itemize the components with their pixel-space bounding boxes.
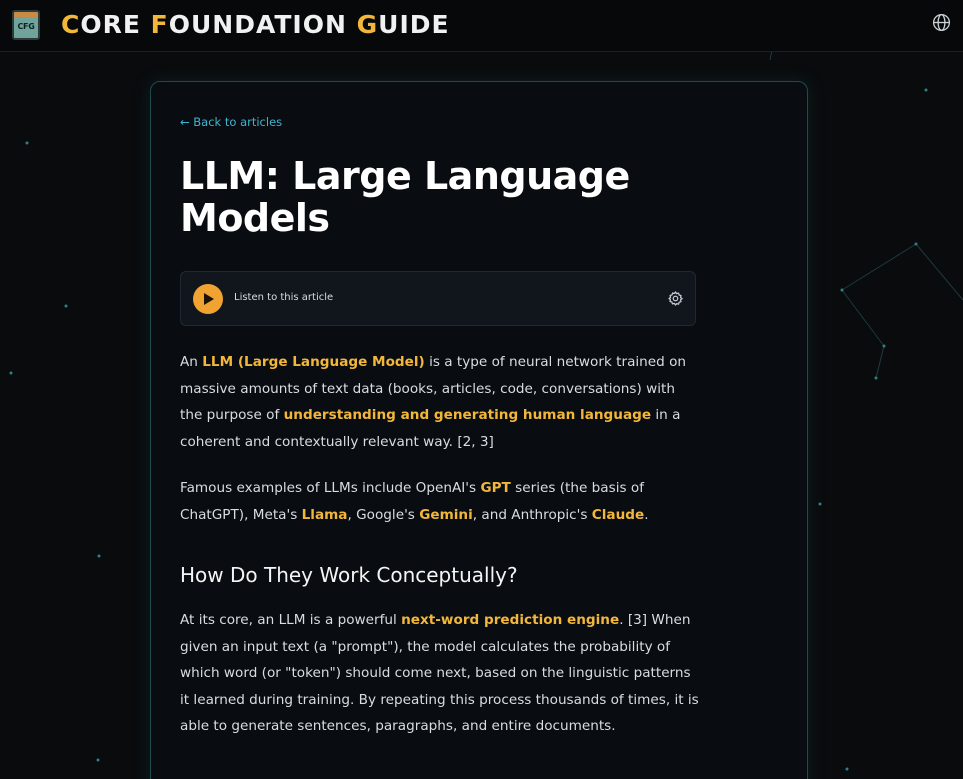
paragraph-intro: An LLM (Large Language Model) is a type … — [180, 349, 700, 455]
highlight-term: Llama — [301, 506, 348, 523]
text-run: An — [180, 354, 203, 370]
site-header: CFG CORE FOUNDATION GUIDE — [0, 0, 963, 52]
brand-part: UIDE — [378, 10, 450, 39]
highlight-term: next-word prediction engine — [401, 612, 620, 628]
highlight-term: Gemini — [419, 506, 473, 523]
section-heading: How Do They Work Conceptually? — [180, 563, 518, 587]
brand-part: G — [356, 10, 379, 39]
brand-part: F — [150, 10, 169, 39]
highlight-term: understanding and generating human langu… — [283, 407, 652, 423]
highlight-term: GPT — [480, 480, 511, 496]
highlight-term: LLM (Large Language Model) — [202, 354, 425, 370]
text-run: At its core, an LLM is a powerful — [180, 612, 402, 628]
highlight-term: Claude — [591, 506, 645, 523]
article-card: ← Back to articles LLM: Large Language M… — [150, 81, 808, 779]
gear-icon[interactable] — [667, 290, 684, 307]
text-run: , Google's — [347, 506, 420, 523]
back-to-articles-link[interactable]: ← Back to articles — [180, 115, 282, 129]
brand-part: C — [61, 10, 81, 39]
player-label: Listen to this article — [234, 292, 334, 303]
site-title[interactable]: CORE FOUNDATION GUIDE — [61, 10, 450, 39]
paragraph-examples: Famous examples of LLMs include OpenAI's… — [180, 475, 700, 528]
audio-player: Listen to this article — [180, 271, 696, 326]
paragraph-how-it-works: At its core, an LLM is a powerful next-w… — [180, 607, 700, 740]
text-run: . [3] When given an input text (a "promp… — [180, 612, 699, 734]
site-logo[interactable]: CFG — [12, 10, 40, 40]
globe-icon[interactable] — [932, 13, 951, 32]
text-run: . — [644, 506, 649, 523]
text-run: , and Anthropic's — [472, 506, 592, 523]
article-title: LLM: Large Language Models — [180, 154, 630, 240]
play-icon[interactable] — [193, 284, 223, 314]
logo-text: CFG — [17, 22, 35, 31]
text-run: Famous examples of LLMs include OpenAI's — [180, 480, 481, 496]
brand-part: OUNDATION — [168, 10, 357, 39]
brand-part: ORE — [80, 10, 151, 39]
